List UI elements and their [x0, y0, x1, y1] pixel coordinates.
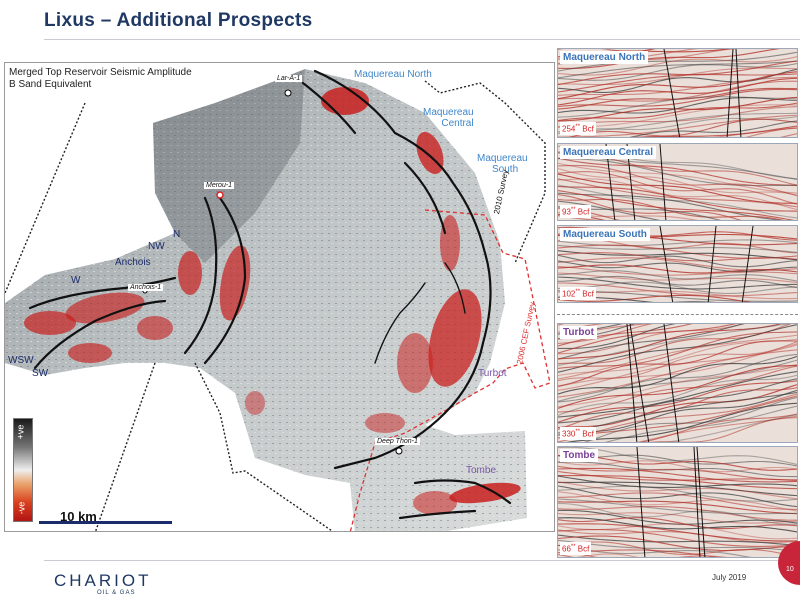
panel-turbot: Turbot 330** Bcf	[557, 323, 798, 443]
panel-title: Maquereau Central	[560, 146, 657, 159]
panel-volume: 254** Bcf	[560, 122, 596, 135]
panel-volume: 93** Bcf	[560, 205, 592, 218]
title-divider	[44, 39, 800, 40]
label-wsw: WSW	[8, 355, 34, 366]
caption-line-1: Merged Top Reservoir Seismic Amplitude	[9, 67, 192, 78]
well-lar-a1: Lar-A-1	[275, 75, 303, 82]
panel-maquereau-north: Maquereau North 254** Bcf	[557, 48, 798, 138]
company-logo-subtitle: OIL & GAS	[97, 590, 136, 596]
caption-line-2: B Sand Equivalent	[9, 79, 92, 90]
company-logo: CHARIOT	[54, 571, 152, 590]
footer-date: July 2019	[712, 573, 747, 582]
label-maquereau-central: Maquereau Central	[423, 107, 474, 129]
colorbar-negative: -ve	[16, 501, 27, 515]
page-number: 10	[786, 566, 794, 573]
panel-maquereau-central: Maquereau Central 93** Bcf	[557, 143, 798, 221]
panel-separator	[557, 314, 798, 315]
seismic-section	[558, 447, 797, 557]
label-maquereau-central-1: Maquereau	[423, 107, 474, 118]
map-caption: Merged Top Reservoir Seismic Amplitude B…	[9, 67, 192, 91]
scale-bar	[39, 521, 172, 524]
map-canvas	[5, 69, 551, 531]
label-nw: NW	[148, 241, 165, 252]
panel-volume: 66** Bcf	[560, 542, 592, 555]
label-maquereau-central-2: Central	[441, 118, 474, 129]
label-sw: SW	[32, 368, 49, 379]
panel-volume: 330** Bcf	[560, 427, 596, 440]
footer-divider	[44, 560, 784, 561]
label-maquereau-north: Maquereau North	[354, 69, 432, 80]
colorbar-positive: +ve	[15, 424, 26, 440]
panel-maquereau-south: Maquereau South 102** Bcf	[557, 225, 798, 303]
label-turbot: Turbot	[478, 368, 507, 379]
panel-title: Tombe	[560, 449, 599, 462]
well-anchois1: Anchois-1	[128, 284, 164, 291]
label-maquereau-south-1: Maquereau	[477, 153, 528, 164]
panel-volume: 102** Bcf	[560, 287, 596, 300]
well-merou1: Merou-1	[204, 182, 235, 189]
panel-title: Turbot	[560, 326, 597, 339]
page-title: Lixus – Additional Prospects	[44, 10, 313, 31]
slide: Lixus – Additional Prospects Merged Top …	[0, 0, 800, 600]
seismic-section	[558, 324, 797, 442]
amplitude-colorbar: +ve -ve	[10, 415, 36, 525]
well-deep-thon1: Deep Thon-1	[375, 438, 420, 445]
panel-title: Maquereau South	[560, 228, 650, 241]
panel-title: Maquereau North	[560, 51, 649, 64]
label-anchois: Anchois	[115, 257, 151, 268]
panel-tombe: Tombe 66** Bcf	[557, 446, 798, 558]
label-n: N	[173, 229, 181, 240]
label-tombe: Tombe	[466, 465, 497, 476]
label-w: W	[71, 275, 81, 286]
seismic-amplitude-map: Merged Top Reservoir Seismic Amplitude B…	[4, 62, 555, 532]
